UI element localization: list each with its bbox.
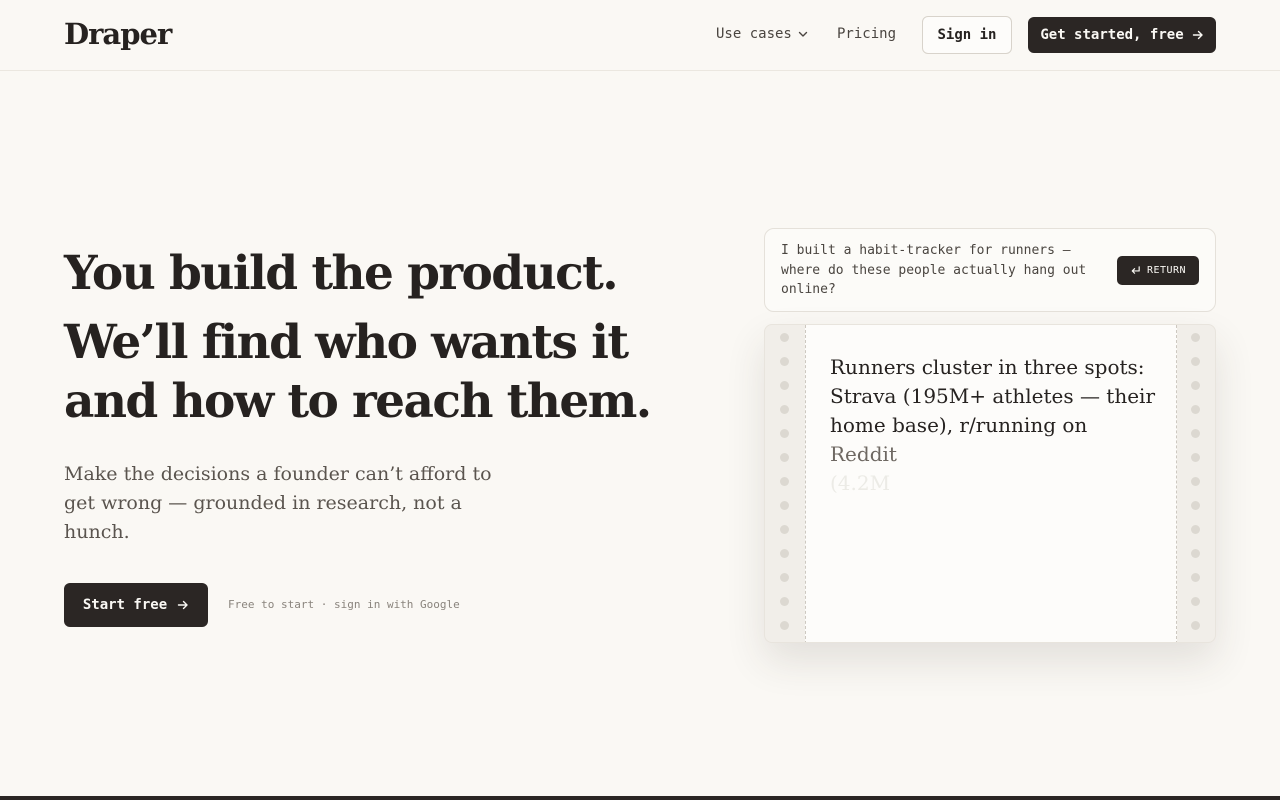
return-icon [1131, 266, 1140, 274]
bottom-edge-bar [0, 796, 1280, 800]
hero-headline: You build the product. We’ll find who wa… [64, 244, 704, 431]
return-button[interactable]: RETURN [1117, 256, 1199, 285]
answer-main: Runners cluster in three spots: Strava (… [830, 355, 1156, 437]
answer-fading: Reddit [830, 442, 897, 466]
answer-faded: (4.2M [830, 471, 891, 495]
demo-prompt-box: I built a habit-tracker for runners — wh… [764, 228, 1216, 312]
return-label: RETURN [1146, 265, 1187, 276]
feed-holes-left [780, 333, 790, 633]
get-started-label: Get started, free [1040, 27, 1184, 43]
nav-use-cases-label: Use cases [716, 26, 792, 42]
demo-prompt-text: I built a habit-tracker for runners — wh… [781, 243, 1087, 297]
hero-subcopy: Make the decisions a founder can’t affor… [64, 463, 492, 543]
site-header: Draper Use cases Pricing Sign in Get sta… [0, 0, 1280, 71]
chevron-down-icon [798, 31, 808, 37]
get-started-button[interactable]: Get started, free [1028, 17, 1216, 53]
start-free-label: Start free [82, 597, 168, 613]
arrow-right-icon [177, 600, 188, 610]
nav-use-cases[interactable]: Use cases [716, 26, 808, 42]
feed-holes-right [1191, 333, 1201, 633]
headline-line-1: You build the product. [64, 246, 619, 301]
demo-answer-text: Runners cluster in three spots: Strava (… [830, 353, 1160, 498]
sign-in-button[interactable]: Sign in [922, 16, 1012, 54]
logo[interactable]: Draper [64, 17, 172, 51]
cta-note: Free to start · sign in with Google [228, 598, 460, 611]
demo-answer-paper: Runners cluster in three spots: Strava (… [764, 324, 1216, 643]
headline-line-2: We’ll find who wants it and how to reach… [64, 315, 652, 429]
paper-sheet: Runners cluster in three spots: Strava (… [805, 325, 1177, 642]
start-free-button[interactable]: Start free [64, 583, 208, 627]
arrow-right-icon [1192, 30, 1203, 40]
nav-pricing[interactable]: Pricing [837, 26, 896, 42]
